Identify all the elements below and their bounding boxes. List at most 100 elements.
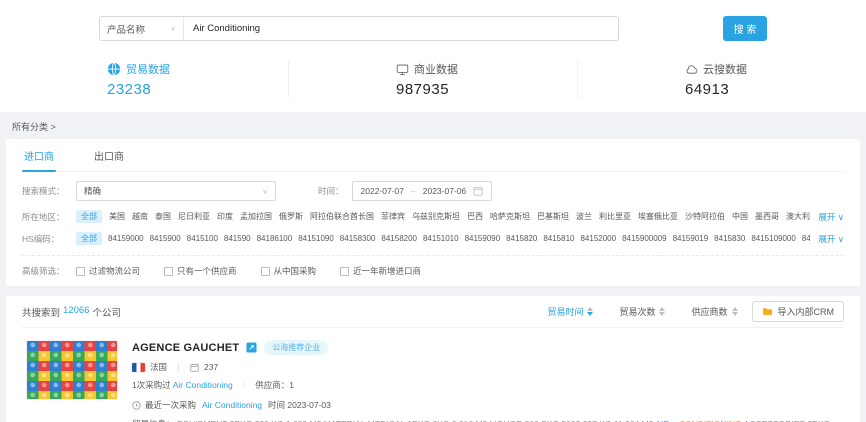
hs-code-option[interactable]: 8415100 [187,234,218,243]
advanced-filter-option[interactable]: 从中国采购 [261,265,317,277]
company-detail-icon[interactable] [246,342,257,353]
region-option[interactable]: 利比里亚 [599,211,631,222]
folder-icon [762,307,773,316]
search-category-dropdown[interactable]: 产品名称 ∨ [100,17,184,40]
search-input[interactable] [184,23,618,34]
trade-info-line: 贸易信息： EQUIPMENT 2PKG 260 KG 1.622 M3 MAT… [132,418,840,422]
region-option[interactable]: 沙特阿拉伯 [685,211,725,222]
region-expand-link[interactable]: 展开 ∨ [814,211,844,223]
region-option[interactable]: 俄罗斯 [279,211,303,222]
last-purchase-keyword[interactable]: Air Conditioning [202,400,262,410]
hs-code-option[interactable]: 84158200 [381,234,417,243]
advanced-filter-label: 高级筛选： [22,265,76,277]
region-option[interactable]: 巴西 [467,211,483,222]
hs-code-option[interactable]: 8415109000 [751,234,796,243]
hs-code-option[interactable]: 8415820 [506,234,537,243]
region-option[interactable]: 菲律宾 [381,211,405,222]
region-options: 全部 美国 越南 泰国 尼日利亚 印度 孟加拉国 俄罗斯 阿拉伯联合酋长国 菲律… [76,210,810,223]
region-option[interactable]: 埃塞俄比亚 [638,211,678,222]
region-option[interactable]: 印度 [217,211,233,222]
search-mode-label: 搜索模式： [22,185,76,197]
hs-code-options: 全部 84159000 8415900 8415100 841590 84186… [76,232,810,245]
region-option[interactable]: 墨西哥 [755,211,779,222]
stat-business-data[interactable]: 商业数据 987935 [288,61,577,98]
purchase-count-text: 1次采购过 [132,379,171,391]
hs-code-option[interactable]: 8415830 [714,234,745,243]
data-source-stats: 贸易数据 23238 商业数据 987935 [0,61,866,98]
region-option[interactable]: 阿拉伯联合酋长国 [310,211,374,222]
company-thumbnail[interactable] [26,340,118,400]
breadcrumb-all-categories[interactable]: 所有分类 > [0,112,866,139]
hs-code-option[interactable]: 84151090 [298,234,334,243]
hs-code-option-all[interactable]: 全部 [76,232,102,245]
import-to-crm-button[interactable]: 导入内部CRM [752,301,845,322]
hs-code-option[interactable]: 84151010 [423,234,459,243]
region-option[interactable]: 中国 [732,211,748,222]
region-option-all[interactable]: 全部 [76,210,102,223]
hs-code-option[interactable]: 84152000 [580,234,616,243]
sort-option[interactable]: 贸易次数 [619,305,665,318]
region-option[interactable]: 美国 [109,211,125,222]
date-range-picker[interactable]: 2022-07-07 – 2023-07-06 [352,181,493,201]
hs-code-option[interactable]: 841590 [224,234,251,243]
company-country: 法国 [150,361,167,373]
stat-value: 64913 [685,81,759,98]
region-option[interactable]: 乌兹别克斯坦 [412,211,460,222]
suppliers-count: 1 [289,380,294,390]
hs-code-option[interactable]: 8415900009 [622,234,667,243]
company-name[interactable]: AGENCE GAUCHET [132,342,239,354]
region-option[interactable]: 哈萨克斯坦 [490,211,530,222]
checkbox-icon[interactable] [261,267,270,276]
advanced-filter-option-label: 近一年新增进口商 [353,265,421,277]
hs-code-option[interactable]: 84159090 [465,234,501,243]
sort-option[interactable]: 供应商数 [691,305,737,318]
chevron-down-icon: ∨ [170,25,176,32]
advanced-filter-option[interactable]: 近一年新增进口商 [340,265,421,277]
stat-trade-data[interactable]: 贸易数据 23238 [0,61,288,98]
region-option[interactable]: 波兰 [576,211,592,222]
purchase-keyword[interactable]: Air Conditioning [173,380,233,390]
region-option[interactable]: 巴基斯坦 [537,211,569,222]
region-option[interactable]: 越南 [132,211,148,222]
region-option[interactable]: 尼日利亚 [178,211,210,222]
hs-code-filter-row: HS编码： 全部 84159000 8415900 8415100 841590… [22,232,844,245]
search-category-label: 产品名称 [107,22,145,36]
stat-cloud-search-data[interactable]: 云搜数据 64913 [577,61,866,98]
hs-code-option[interactable]: 84186100 [257,234,293,243]
hs-code-option[interactable]: 84159000 [108,234,144,243]
region-label: 所在地区： [22,211,76,223]
search-button[interactable]: 搜 索 [723,16,767,41]
checkbox-icon[interactable] [340,267,349,276]
stat-label: 云搜数据 [703,61,747,77]
hs-code-option[interactable]: 8415810 [543,234,574,243]
region-option[interactable]: 泰国 [155,211,171,222]
sort-option-label: 贸易次数 [619,305,655,318]
sort-option[interactable]: 贸易时间 [547,305,593,318]
divider: ｜ [240,379,249,391]
hs-code-option[interactable]: 84158300 [340,234,376,243]
checkbox-icon[interactable] [164,267,173,276]
calendar-icon [473,186,483,196]
advanced-filter-option[interactable]: 只有一个供应商 [164,265,237,277]
hs-code-option[interactable]: 84159019 [673,234,709,243]
region-option[interactable]: 孟加拉国 [240,211,272,222]
hs-code-option[interactable]: 84818099 [802,234,810,243]
checkbox-icon[interactable] [76,267,85,276]
advanced-filter-option-label: 过滤物流公司 [89,265,140,277]
stat-label: 贸易数据 [126,61,170,77]
company-list: AGENCE GAUCHET 公海推荐企业 法国 237 1次采购过 Air C… [22,328,844,422]
hs-code-option[interactable]: 8415900 [150,234,181,243]
stat-label: 商业数据 [414,61,458,77]
hs-code-expand-link[interactable]: 展开 ∨ [814,233,844,245]
tab[interactable]: 进口商 [22,139,56,171]
sort-arrows-icon [659,307,665,316]
search-mode-select[interactable]: 精确 ∨ [76,181,276,201]
search-mode-value: 精确 [84,185,101,197]
divider [178,363,179,371]
advanced-filter-option[interactable]: 过滤物流公司 [76,265,140,277]
sort-controls: 贸易时间 贸易次数 供应商数 [547,305,737,318]
results-panel: 共搜索到 12066 个公司 贸易时间 贸易次数 供应商数 导入内部CRM [6,296,860,422]
tab[interactable]: 出口商 [92,139,126,171]
results-count-number: 12066 [63,305,89,319]
region-option[interactable]: 澳大利亚 [786,211,810,222]
